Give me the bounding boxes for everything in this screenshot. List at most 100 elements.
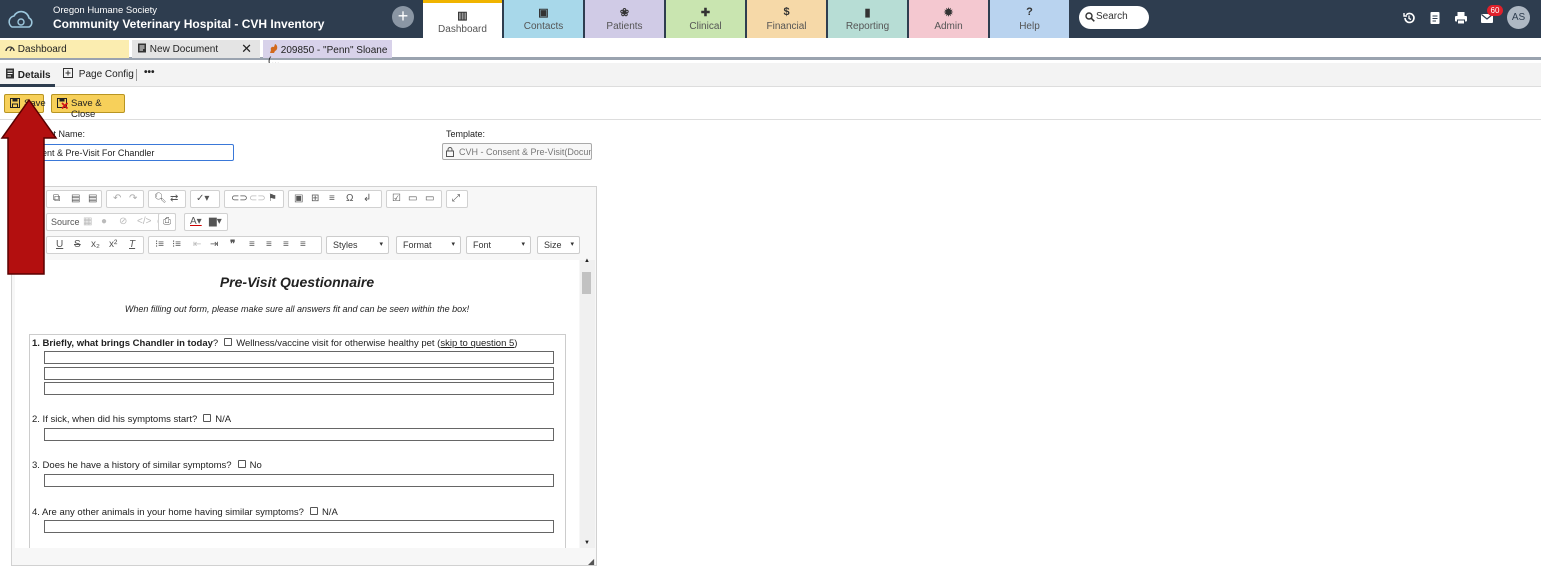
comment-icon[interactable]: ● — [101, 216, 107, 227]
nav-tab-help[interactable]: ? Help — [990, 0, 1069, 38]
editor-content[interactable]: Pre-Visit Questionnaire When filling out… — [15, 260, 579, 548]
checkbox[interactable] — [237, 460, 246, 468]
superscript-icon[interactable]: x² — [109, 239, 117, 250]
checkbox-icon[interactable]: ☑ — [392, 193, 401, 204]
toolbar-row-2: Source ▦ ● ⊘ </> ◎ ⎙ A▾ ▆▾ — [12, 211, 596, 233]
special-char-icon[interactable]: Ω — [346, 193, 353, 204]
doc-tab-label: New Document — [149, 44, 219, 55]
document-icon[interactable] — [1428, 11, 1442, 25]
answer-line[interactable] — [44, 428, 554, 441]
editor-scrollbar[interactable]: ▲ ▼ — [580, 258, 595, 548]
spellcheck-button[interactable]: ✓▾ — [190, 190, 220, 208]
doc-tab-dashboard[interactable]: Dashboard — [0, 40, 129, 58]
nav-tab-contacts[interactable]: ▣ Contacts — [504, 0, 583, 38]
paste-icon[interactable]: ▤ — [71, 193, 80, 204]
nav-tab-dashboard[interactable]: ▥ Dashboard — [423, 0, 502, 38]
checkbox[interactable] — [224, 338, 233, 346]
save-close-icon — [57, 98, 68, 109]
nav-tab-reporting[interactable]: ▮ Reporting — [828, 0, 907, 38]
checkbox[interactable] — [203, 414, 212, 422]
nav-tab-patients[interactable]: ❀ Patients — [585, 0, 664, 38]
cloud-logo-icon — [8, 10, 33, 28]
paste-text-icon[interactable]: ▤ — [88, 193, 97, 204]
answer-line[interactable] — [44, 382, 554, 395]
history-icon[interactable] — [1402, 11, 1416, 25]
basic-styles-group: U S x₂ x² T — [46, 236, 144, 254]
text-color-icon[interactable]: A▾ — [190, 216, 202, 227]
subscript-icon[interactable]: x₂ — [91, 239, 100, 250]
money-bag-icon: $ — [783, 6, 790, 18]
doc-tab-new-document[interactable]: New Document ✕ — [132, 40, 260, 58]
printer-icon[interactable] — [1454, 11, 1468, 25]
chevron-down-icon: ▾ — [570, 241, 574, 248]
indent-icon[interactable]: ⇥ — [210, 239, 218, 250]
mail-count-badge: 60 — [1487, 5, 1503, 16]
skip-link[interactable]: skip to question 5 — [440, 338, 514, 349]
nav-tab-admin[interactable]: ✹ Admin — [909, 0, 988, 38]
justify-icon[interactable]: ≡ — [300, 239, 306, 250]
paw-icon: ❀ — [619, 7, 630, 19]
strikethrough-icon[interactable]: S — [74, 239, 81, 250]
unlink-icon[interactable]: ⊂⊃ — [249, 193, 266, 204]
link-icon[interactable]: ⊂⊃ — [231, 193, 248, 204]
outdent-icon[interactable]: ⇤ — [193, 239, 201, 250]
size-dropdown[interactable]: Size ▾ — [537, 236, 580, 254]
save-close-button[interactable]: Save & Close — [51, 94, 125, 120]
textfield-icon[interactable]: ▭ — [408, 193, 417, 204]
redo-icon[interactable]: ↷ — [129, 193, 137, 204]
page-break-icon[interactable]: ↲ — [363, 193, 371, 204]
table-icon[interactable]: ⊞ — [311, 193, 319, 204]
answer-line[interactable] — [44, 367, 554, 380]
scrollbar-thumb[interactable] — [582, 272, 591, 294]
more-menu-button[interactable]: ••• — [144, 67, 155, 78]
option-label: N/A — [215, 414, 232, 425]
nav-tab-clinical[interactable]: ✚ Clinical — [666, 0, 745, 38]
horizontal-line-icon[interactable]: ≡ — [329, 193, 335, 204]
scroll-down-icon[interactable]: ▼ — [584, 540, 590, 546]
scroll-up-icon[interactable]: ▲ — [584, 258, 590, 264]
tab-details[interactable]: Details — [5, 68, 51, 81]
select-field-icon[interactable]: ▭ — [425, 193, 434, 204]
add-button[interactable]: + — [392, 6, 414, 28]
find-icon[interactable]: 🔍︎ — [154, 193, 167, 204]
bulleted-list-icon[interactable]: ⁝≡ — [172, 239, 181, 250]
answer-line[interactable] — [44, 474, 554, 487]
format-dropdown[interactable]: Format ▾ — [396, 236, 461, 254]
bg-color-icon[interactable]: ▆▾ — [209, 216, 222, 227]
nav-tab-label: Help — [1019, 21, 1040, 32]
anchor-flag-icon[interactable]: ⚑ — [268, 193, 277, 204]
blockquote-icon[interactable]: ❞ — [230, 239, 235, 250]
answer-line[interactable] — [44, 520, 554, 533]
replace-icon[interactable]: ⇄ — [170, 193, 178, 204]
numbered-list-icon[interactable]: ⁝≡ — [155, 239, 164, 250]
tab-page-config[interactable]: Page Config — [63, 68, 134, 80]
bar-chart-icon: ▮ — [864, 7, 871, 19]
question-4: 4. Are any other animals in your home ha… — [32, 507, 338, 518]
font-dropdown[interactable]: Font ▾ — [466, 236, 531, 254]
comment-off-icon[interactable]: ⊘ — [119, 216, 127, 227]
image-icon[interactable]: ▣ — [294, 193, 303, 204]
preview-button[interactable]: ⎙ — [158, 213, 176, 231]
hospital-name[interactable]: Community Veterinary Hospital - CVH Inve… — [53, 17, 324, 31]
spellcheck-icon: ✓▾ — [196, 193, 210, 204]
user-avatar[interactable]: AS — [1507, 6, 1530, 29]
answer-line[interactable] — [44, 351, 554, 364]
align-center-icon[interactable]: ≡ — [266, 239, 272, 250]
divider — [0, 119, 1541, 120]
checkbox[interactable] — [309, 507, 318, 515]
styles-dropdown[interactable]: Styles ▾ — [326, 236, 389, 254]
search-button[interactable]: Search — [1079, 6, 1149, 29]
undo-icon[interactable]: ↶ — [113, 193, 121, 204]
nav-tab-financial[interactable]: $ Financial — [747, 0, 826, 38]
code-icon[interactable]: </> — [137, 216, 151, 227]
question-mark: ? — [212, 338, 219, 349]
close-icon[interactable]: ✕ — [241, 41, 252, 57]
align-left-icon[interactable]: ≡ — [249, 239, 255, 250]
align-right-icon[interactable]: ≡ — [283, 239, 289, 250]
maximize-button[interactable]: ⤢ — [446, 190, 468, 208]
resize-handle-icon[interactable]: ◢ — [588, 557, 594, 566]
search-icon — [1085, 12, 1095, 22]
template-icon[interactable]: ▦ — [83, 216, 92, 227]
doc-tab-patient[interactable]: 209850 - "Penn" Sloane (... — [263, 40, 392, 67]
remove-format-icon[interactable]: T — [129, 239, 135, 250]
